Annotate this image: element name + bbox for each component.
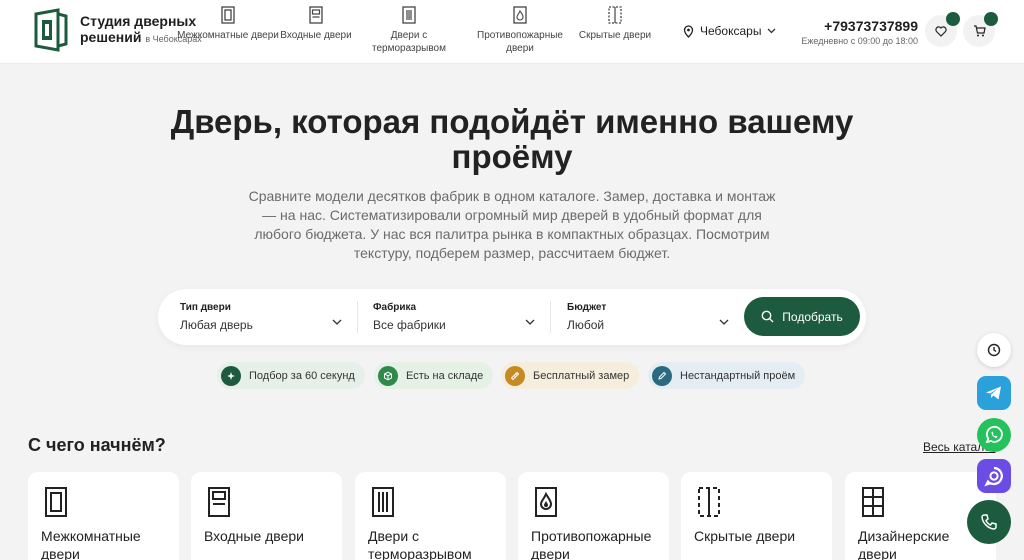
hero-subtitle: Сравните модели десятков фабрик в одном … (248, 188, 776, 261)
chip-label: Нестандартный проём (680, 369, 796, 382)
working-hours: Ежедневно с 09:00 до 18:00 (801, 36, 918, 46)
favorites-button[interactable] (925, 12, 960, 47)
card-label: Двери с терморазрывом (368, 528, 472, 560)
card-label: Скрытые двери (694, 528, 796, 544)
hero-title: Дверь, которая подойдёт именно вашему пр… (170, 103, 854, 175)
chip-free-measure[interactable]: Бесплатный замер (501, 362, 640, 389)
chip-label: Бесплатный замер (533, 369, 630, 382)
field-value: Любой (567, 318, 605, 332)
chevron-down-icon (525, 319, 535, 325)
card-label: Межкомнатные двери (41, 528, 141, 560)
category-card-interior[interactable]: Межкомнатные двери (28, 472, 179, 560)
fire-door-icon (513, 6, 527, 24)
field-label: Фабрика (373, 302, 417, 313)
interior-door-icon (221, 6, 235, 24)
chip-label: Есть на складе (406, 369, 484, 382)
cart-icon (973, 25, 986, 37)
category-card-hidden[interactable]: Скрытые двери (681, 472, 832, 560)
clock-icon (987, 343, 1001, 357)
site-header: Студия дверных решений в Чебоксарах Межк… (0, 0, 1024, 64)
hidden-door-icon (698, 487, 720, 517)
ruler-icon (505, 365, 525, 386)
cart-badge (984, 12, 998, 26)
card-label: Входные двери (204, 528, 304, 544)
grid-door-icon (862, 487, 884, 517)
field-divider (550, 301, 551, 333)
logo-door-icon (34, 8, 68, 52)
field-value: Любая дверь (180, 318, 253, 332)
budget-select[interactable]: Бюджет Любой (567, 289, 737, 345)
cart-button[interactable] (963, 12, 998, 47)
pick-button[interactable]: Подобрать (744, 297, 860, 336)
chat-bubble-icon (984, 466, 1003, 487)
thermal-door-icon (372, 487, 394, 517)
location-pin-icon (683, 24, 694, 38)
interior-door-icon (45, 487, 67, 517)
field-divider (357, 301, 358, 333)
whatsapp-icon (985, 425, 1003, 444)
chevron-down-icon (719, 319, 729, 325)
chevron-down-icon (767, 28, 776, 34)
heart-icon (935, 25, 947, 37)
factory-select[interactable]: Фабрика Все фабрики (373, 289, 543, 345)
phone-number[interactable]: +79373737899 (796, 18, 918, 34)
telegram-button[interactable] (977, 376, 1011, 410)
call-button[interactable] (967, 500, 1011, 544)
city-name: Чебоксары (700, 24, 762, 38)
telegram-icon (986, 386, 1001, 400)
category-card-entrance[interactable]: Входные двери (191, 472, 342, 560)
favorites-badge (946, 12, 960, 26)
hidden-door-icon (608, 6, 622, 24)
thermal-door-icon (402, 6, 416, 24)
entrance-door-icon (309, 6, 323, 24)
field-label: Тип двери (180, 302, 231, 313)
history-button[interactable] (977, 333, 1011, 367)
max-messenger-button[interactable] (977, 459, 1011, 493)
phone-block[interactable]: +79373737899 Ежедневно с 09:00 до 18:00 (796, 18, 918, 46)
category-card-thermal[interactable]: Двери с терморазрывом (355, 472, 506, 560)
nav-label: Противопожарные двери (477, 30, 563, 54)
chip-custom-opening[interactable]: Нестандартный проём (648, 362, 806, 389)
city-selector[interactable]: Чебоксары (683, 24, 782, 38)
chip-label: Подбор за 60 секунд (249, 369, 355, 382)
search-icon (761, 310, 774, 323)
nav-item-hidden-doors[interactable]: Скрытые двери (560, 6, 670, 42)
pick-button-label: Подобрать (782, 309, 843, 324)
entrance-door-icon (208, 487, 230, 517)
nav-item-thermal-doors[interactable]: Двери с терморазрывом (354, 6, 464, 55)
category-card-fire[interactable]: Противопожарные двери (518, 472, 669, 560)
section-title: С чего начнём? (28, 435, 166, 455)
chip-in-stock[interactable]: Есть на складе (374, 362, 494, 389)
chevron-down-icon (332, 319, 342, 325)
nav-label: Двери с терморазрывом (371, 30, 446, 54)
nav-label: Скрытые двери (578, 30, 652, 41)
field-value: Все фабрики (373, 318, 446, 332)
fire-door-icon (535, 487, 557, 517)
door-picker-form: Тип двери Любая дверь Фабрика Все фабрик… (158, 289, 866, 345)
field-label: Бюджет (567, 302, 607, 313)
card-label: Противопожарные двери (531, 528, 652, 560)
pencil-icon (652, 365, 672, 386)
nav-item-fire-doors[interactable]: Противопожарные двери (465, 6, 575, 55)
whatsapp-button[interactable] (977, 418, 1011, 452)
phone-icon (981, 514, 997, 530)
sparkle-icon (221, 365, 241, 386)
box-icon (378, 365, 398, 386)
chip-quick-pick[interactable]: Подбор за 60 секунд (217, 362, 365, 389)
door-type-select[interactable]: Тип двери Любая дверь (180, 289, 350, 345)
